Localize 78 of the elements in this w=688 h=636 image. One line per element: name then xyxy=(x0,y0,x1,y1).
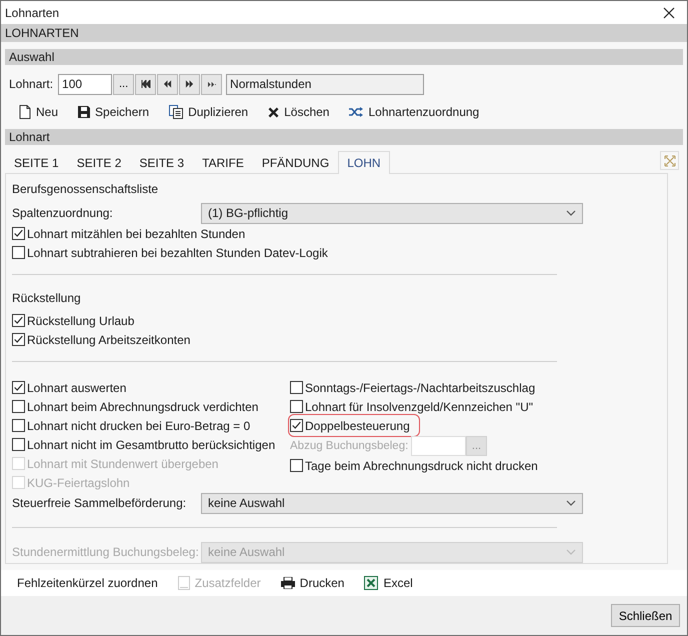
dropdown[interactable]: (1) BG-pflichtig xyxy=(201,202,583,224)
checkbox-label: Lohnart nicht im Gesamtbrutto berücksichtigen xyxy=(27,438,276,452)
spreadsheet-icon xyxy=(364,576,378,590)
tab[interactable]: TARIFE xyxy=(193,151,253,173)
chevron-down-icon xyxy=(566,210,576,216)
dropdown[interactable]: keine Auswahl xyxy=(201,492,583,514)
group-title: Rückstellung xyxy=(12,291,82,307)
field-label: Lohnart: xyxy=(9,77,54,91)
tab[interactable]: SEITE 1 xyxy=(5,151,68,173)
checkbox-label: Lohnart auswerten xyxy=(27,380,126,394)
checkbox[interactable] xyxy=(290,381,303,394)
checkbox[interactable] xyxy=(290,419,303,432)
fast-forward-icon xyxy=(185,80,194,88)
header-bar: LOHNARTEN xyxy=(1,24,687,42)
form-icon xyxy=(178,576,190,590)
rewind-icon xyxy=(163,80,172,88)
checkbox[interactable] xyxy=(12,419,25,432)
close-icon[interactable] xyxy=(663,6,675,18)
delete-icon xyxy=(268,106,280,118)
printer-icon xyxy=(280,577,295,589)
checkbox-label: Lohnart beim Abrechnungsdruck verdichten xyxy=(27,400,258,414)
checkbox-label: Lohnart subtrahieren bei bezahlten Stunden Datev-Logik xyxy=(27,246,328,260)
tab[interactable]: SEITE 2 xyxy=(68,151,130,173)
field-label: Stundenermittlung Buchungsbeleg: xyxy=(12,545,200,559)
chevron-down-icon xyxy=(566,549,576,555)
checkbox[interactable] xyxy=(290,400,303,413)
toolbar-button[interactable]: Speichern xyxy=(78,105,150,119)
shuffle-icon xyxy=(349,106,364,118)
checkbox-label: Lohnart mit Stundenwert übergeben xyxy=(27,456,218,470)
chevron-down-icon xyxy=(566,500,576,506)
window-title: Lohnarten xyxy=(5,6,60,20)
group-title: Berufsgenossenschaftsliste xyxy=(12,182,160,198)
field-label: Steuerfreie Sammelbeförderung: xyxy=(12,496,188,510)
next-button[interactable] xyxy=(179,74,200,94)
previous-button[interactable] xyxy=(157,74,178,94)
cross-arrows-icon xyxy=(664,154,676,166)
last-button[interactable] xyxy=(201,74,222,94)
field-label: Abzug Buchungsbeleg: xyxy=(290,440,410,452)
checkbox-label: Lohnart mitzählen bei bezahlten Stunden xyxy=(27,226,246,240)
checkbox[interactable] xyxy=(12,381,25,394)
toolbar-button[interactable]: Duplizieren xyxy=(169,105,248,119)
document-icon xyxy=(19,105,31,119)
first-button[interactable] xyxy=(135,74,156,94)
toolbar-button[interactable]: Drucken xyxy=(280,576,344,590)
checkbox-label: Rückstellung Arbeitszeitkonten xyxy=(27,332,190,346)
section-header: Lohnart xyxy=(5,129,683,145)
tab[interactable]: LOHN xyxy=(338,151,390,174)
checkbox-label: Sonntags-/Feiertags-/Nachtarbeitszuschlag xyxy=(305,380,536,394)
field-label: Spaltenzuordnung: xyxy=(12,206,114,220)
input-field[interactable]: 100 xyxy=(58,74,112,94)
checkbox-label: Doppelbesteuerung xyxy=(305,418,410,432)
skip-last-icon xyxy=(207,80,216,88)
checkbox[interactable] xyxy=(290,459,303,472)
toolbar-button[interactable]: Löschen xyxy=(268,105,330,119)
tab[interactable]: SEITE 3 xyxy=(130,151,194,173)
toolbar-button[interactable]: Neu xyxy=(19,105,58,119)
toolbar-button[interactable]: Lohnartenzuordnung xyxy=(349,105,480,119)
checkbox[interactable] xyxy=(12,438,25,451)
toolbar-button[interactable]: Excel xyxy=(364,576,413,590)
checkbox-label: KUG-Feiertagslohn xyxy=(27,476,130,490)
tab[interactable]: PFÄNDUNG xyxy=(252,151,338,173)
close-button[interactable]: Schließen xyxy=(611,604,680,627)
save-icon xyxy=(78,106,90,118)
toolbar-button[interactable]: Fehlzeitenkürzel zuordnen xyxy=(17,576,158,590)
checkbox[interactable] xyxy=(12,314,25,327)
checkbox[interactable] xyxy=(12,333,25,346)
checkbox-label: Lohnart für Insolvenzgeld/Kennzeichen "U" xyxy=(305,400,533,414)
name-field[interactable]: Normalstunden xyxy=(226,74,424,94)
checkbox-label: Tage beim Abrechnungsdruck nicht drucken xyxy=(305,458,538,472)
checkbox[interactable] xyxy=(12,246,25,259)
skip-first-icon xyxy=(140,80,151,88)
checkbox[interactable] xyxy=(12,400,25,413)
browse-button[interactable]: ... xyxy=(113,74,134,94)
checkbox[interactable] xyxy=(12,227,25,240)
checkbox-label: Lohnart nicht drucken bei Euro-Betrag = 0 xyxy=(27,418,250,432)
section-header: Auswahl xyxy=(5,49,683,65)
checkbox-label: Rückstellung Urlaub xyxy=(27,314,134,328)
copy-icon xyxy=(169,105,184,119)
